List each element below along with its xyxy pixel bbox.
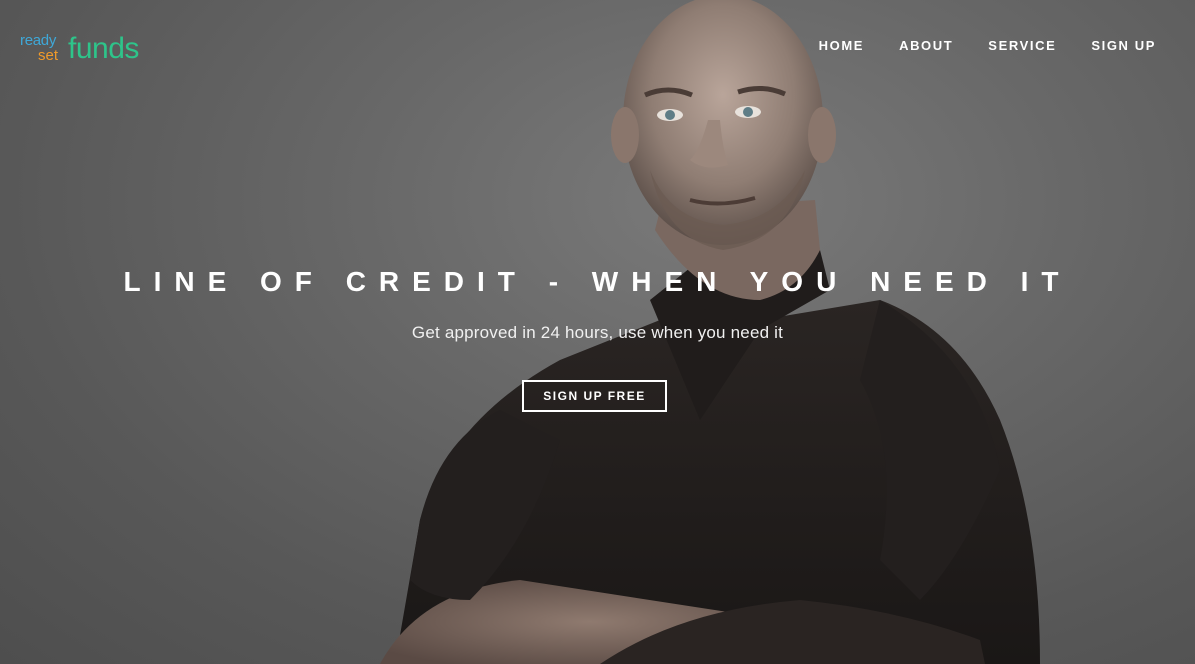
logo-set-text: set xyxy=(38,47,59,64)
nav-sign-up[interactable]: SIGN UP xyxy=(1091,38,1156,53)
nav-home[interactable]: HOME xyxy=(819,38,864,53)
main-nav: HOME ABOUT SERVICE SIGN UP xyxy=(819,38,1156,53)
sign-up-free-button[interactable]: SIGN UP FREE xyxy=(522,380,667,412)
site-header: ready set funds HOME ABOUT SERVICE SIGN … xyxy=(0,0,1195,100)
logo-funds-text: funds xyxy=(68,32,139,65)
hero-subheadline: Get approved in 24 hours, use when you n… xyxy=(411,323,784,342)
ready-set-funds-logo[interactable]: ready set funds xyxy=(20,30,160,70)
nav-about[interactable]: ABOUT xyxy=(899,38,953,53)
hero-headline: LINE OF CREDIT - WHEN YOU NEED IT xyxy=(123,266,1072,297)
nav-service[interactable]: SERVICE xyxy=(988,38,1056,53)
